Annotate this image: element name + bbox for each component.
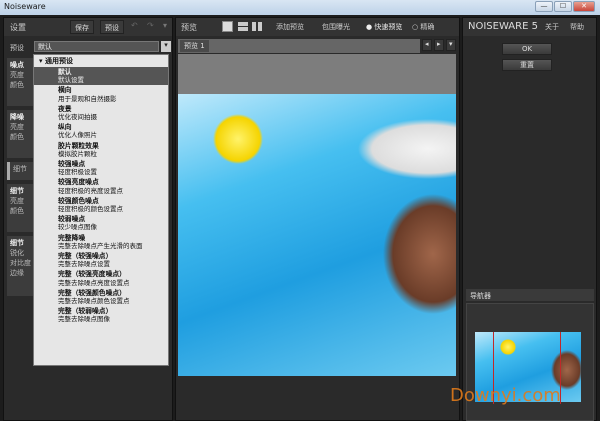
brand-logo: NOISEWARE 5 xyxy=(468,21,538,32)
preset-option-desc: 用于景观和自然摄影 xyxy=(58,94,117,103)
fast-preview-radio[interactable]: ● 快速预览 xyxy=(366,22,402,32)
preset-option[interactable]: 完整降噪 完整去除噪点产生光滑的表面 xyxy=(34,233,168,251)
preset-option[interactable]: 较强亮度噪点 轻度积极的亮度设置点 xyxy=(34,177,168,195)
preset-option-name: 较强噪点 xyxy=(58,160,86,169)
preset-option-name: 较强颜色噪点 xyxy=(58,196,99,205)
preset-option[interactable]: 较强颜色噪点 轻度积极的颜色设置点 xyxy=(34,196,168,214)
preset-option-name: 较强亮度噪点 xyxy=(58,178,99,187)
next-tab-button[interactable]: ▸ xyxy=(434,39,444,51)
maximize-button[interactable]: ☐ xyxy=(554,1,572,12)
add-preview-button[interactable]: 添加预览 xyxy=(276,22,304,32)
watermark: Downyi.com xyxy=(450,385,561,406)
preset-button[interactable]: 预设 xyxy=(100,20,124,34)
undo-icon[interactable]: ↶ xyxy=(131,21,138,30)
preset-option-name: 夜景 xyxy=(58,104,72,113)
window-title: Noiseware xyxy=(4,2,46,11)
preset-option-desc: 优化夜间拍摄 xyxy=(58,113,97,122)
preset-option-desc: 优化人像照片 xyxy=(58,131,97,140)
preset-option-desc: 轻度积极的亮度设置点 xyxy=(58,186,123,195)
preset-option[interactable]: 完整（较强颜色噪点） 完整去除噪点颜色设置点 xyxy=(34,288,168,306)
preset-option-name: 完整降噪 xyxy=(58,233,86,242)
preset-option[interactable]: 完整（较强亮度噪点） 完整去除噪点亮度设置点 xyxy=(34,269,168,287)
preset-option-name: 完整（较强亮度噪点） xyxy=(58,270,126,279)
preset-option[interactable]: 横向 用于景观和自然摄影 xyxy=(34,85,168,103)
preset-option[interactable]: 胶片颗粒效果 模拟胶片颗粒 xyxy=(34,141,168,159)
chevron-down-icon[interactable]: ▾ xyxy=(161,41,171,52)
single-view-icon[interactable] xyxy=(222,21,233,32)
preview-photo xyxy=(178,94,456,376)
title-bar: Noiseware xyxy=(0,0,600,15)
preset-option-desc: 完整去除噪点设置 xyxy=(58,260,110,269)
preset-option[interactable]: 较强噪点 轻度积极设置 xyxy=(34,159,168,177)
tab-menu-button[interactable]: ▾ xyxy=(446,39,456,51)
group-header[interactable]: ▾ 通用预设 xyxy=(34,55,168,67)
preset-option-desc: 完整去除噪点颜色设置点 xyxy=(58,297,130,306)
preset-option-desc: 默认设置 xyxy=(58,76,84,85)
preset-option-name: 胶片颗粒效果 xyxy=(58,141,99,150)
preset-option[interactable]: 纵向 优化人像照片 xyxy=(34,122,168,140)
preset-option-desc: 轻度积极的颜色设置点 xyxy=(58,205,123,214)
redo-icon[interactable]: ↷ xyxy=(147,21,154,30)
reset-button[interactable]: 重置 xyxy=(502,59,552,71)
settings-title: 设置 xyxy=(10,23,26,32)
preview-canvas[interactable] xyxy=(178,54,456,376)
preset-option-desc: 完整去除噪点亮度设置点 xyxy=(58,278,130,287)
help-button[interactable]: 帮助 xyxy=(570,22,584,32)
preset-option-desc: 轻度积极设置 xyxy=(58,168,97,177)
about-button[interactable]: 关于 xyxy=(545,22,559,32)
split-vertical-icon[interactable] xyxy=(252,22,262,31)
close-button[interactable]: ✕ xyxy=(573,1,595,12)
preset-option-desc: 完整去除噪点图像 xyxy=(58,315,110,324)
split-horizontal-icon[interactable] xyxy=(238,22,248,31)
preset-option-desc: 完整去除噪点产生光滑的表面 xyxy=(58,241,143,250)
preview-panel: 预览 添加预览 包围曝光 ● 快速预览 ○ 精确 预览 1 ◂ ▸ ▾ xyxy=(175,17,460,421)
preset-option-name: 默认 xyxy=(58,68,72,76)
minimize-button[interactable]: — xyxy=(535,1,553,12)
preset-select[interactable]: 默认 xyxy=(34,41,159,52)
prev-tab-button[interactable]: ◂ xyxy=(422,39,432,51)
ok-button[interactable]: OK xyxy=(502,43,552,55)
preset-option[interactable]: 完整（较弱噪点） 完整去除噪点图像 xyxy=(34,306,168,324)
preset-option-name: 横向 xyxy=(58,86,72,95)
preset-label: 预设 xyxy=(10,44,24,52)
preset-dropdown-list[interactable]: ▾ 通用预设 默认 默认设置 横向 用于景观和自然摄影 夜景 优化夜间拍摄 纵向 优化人像照片… xyxy=(33,54,169,366)
preset-option[interactable]: 默认 默认设置 xyxy=(34,67,168,86)
save-button[interactable]: 保存 xyxy=(70,20,94,34)
preset-option-desc: 模拟胶片颗粒 xyxy=(58,149,97,158)
preset-option-desc: 较少噪点图像 xyxy=(58,223,97,232)
preset-option[interactable]: 较弱噪点 较少噪点图像 xyxy=(34,214,168,232)
preset-option[interactable]: 夜景 优化夜间拍摄 xyxy=(34,104,168,122)
accurate-radio[interactable]: ○ 精确 xyxy=(412,22,434,32)
right-panel: NOISEWARE 5 关于 帮助 OK 重置 导航器 xyxy=(462,17,597,421)
preset-option[interactable]: 完整（较强噪点） 完整去除噪点设置 xyxy=(34,251,168,269)
preview-title: 预览 xyxy=(181,23,197,32)
bracket-button[interactable]: 包围曝光 xyxy=(322,22,350,32)
navigator-title: 导航器 xyxy=(466,289,594,301)
tab-preview-1[interactable]: 预览 1 xyxy=(180,40,209,52)
preset-option-name: 完整（较强颜色噪点） xyxy=(58,288,126,297)
menu-icon[interactable]: ▾ xyxy=(163,21,167,30)
